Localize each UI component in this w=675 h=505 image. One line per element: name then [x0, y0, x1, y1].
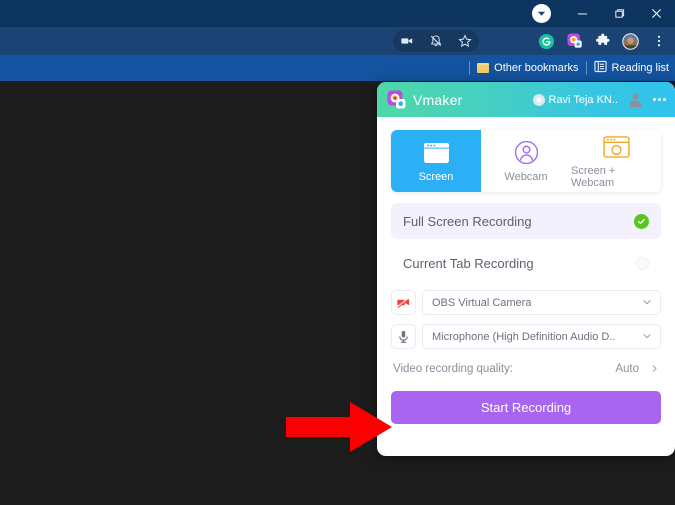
close-button[interactable] — [638, 0, 675, 27]
option-current-tab-label: Current Tab Recording — [403, 255, 534, 271]
check-circle-icon — [634, 213, 649, 229]
video-quality-value: Auto — [615, 363, 639, 375]
panel-header: Vmaker Ravi Teja KN.. — [377, 82, 675, 117]
option-full-screen-recording[interactable]: Full Screen Recording — [391, 203, 661, 239]
avatar-icon[interactable] — [627, 91, 644, 108]
brand-name: Vmaker — [413, 91, 463, 108]
red-right-arrow-annotation — [286, 402, 392, 457]
notifications-muted-icon[interactable] — [427, 33, 444, 50]
other-bookmarks-label: Other bookmarks — [494, 62, 579, 74]
webcam-person-icon — [514, 140, 539, 166]
chevron-down-icon — [642, 294, 652, 312]
omnibox-action-group — [393, 30, 479, 52]
screen-webcam-icon — [602, 134, 630, 160]
browser-toolbar — [0, 27, 675, 55]
tab-screen-webcam[interactable]: Screen + Webcam — [571, 130, 661, 192]
mode-tabs: Screen Webcam Screen + Webcam — [391, 130, 661, 192]
bookmarks-bar: Other bookmarks Reading list — [0, 55, 675, 81]
tab-webcam-label: Webcam — [504, 170, 548, 183]
video-quality-value-group: Auto — [615, 360, 659, 378]
camera-select[interactable]: OBS Virtual Camera — [422, 290, 661, 315]
reading-list-label: Reading list — [611, 62, 669, 74]
extension-icon-group — [538, 27, 671, 55]
chrome-menu-icon[interactable] — [650, 33, 667, 50]
window-controls — [564, 0, 675, 27]
reading-list-icon — [593, 60, 607, 76]
vmaker-extension-icon[interactable] — [566, 33, 583, 50]
chevron-down-icon — [642, 328, 652, 346]
microphone-select-row: Microphone (High Definition Audio D.. — [391, 324, 661, 349]
panel-header-right: Ravi Teja KN.. — [532, 82, 666, 117]
profile-chip-icon[interactable] — [532, 4, 551, 23]
vmaker-extension-panel: Vmaker Ravi Teja KN.. Screen Webcam Scre… — [377, 82, 675, 456]
more-options-icon[interactable] — [653, 98, 666, 101]
media-cast-icon[interactable] — [399, 33, 416, 50]
vmaker-logo-icon — [387, 90, 407, 110]
browser-title-bar — [0, 0, 675, 27]
microphone-select-value: Microphone (High Definition Audio D.. — [432, 330, 616, 343]
tab-screen[interactable]: Screen — [391, 130, 481, 192]
bookmark-star-icon[interactable] — [456, 33, 473, 50]
camera-select-row: OBS Virtual Camera — [391, 290, 661, 315]
video-quality-label: Video recording quality: — [393, 363, 513, 375]
bookmarks-divider — [469, 61, 471, 75]
bookmarks-bar-right-group: Other bookmarks Reading list — [469, 55, 669, 81]
option-current-tab-recording[interactable]: Current Tab Recording — [391, 245, 661, 281]
tab-screen-label: Screen — [418, 170, 454, 183]
video-quality-row[interactable]: Video recording quality: Auto — [391, 360, 661, 378]
tab-webcam[interactable]: Webcam — [481, 130, 571, 192]
bookmark-other-bookmarks[interactable]: Other bookmarks — [477, 62, 579, 74]
bookmark-reading-list[interactable]: Reading list — [593, 60, 669, 76]
user-chip[interactable]: Ravi Teja KN.. — [532, 93, 619, 106]
microphone-icon[interactable] — [391, 324, 416, 349]
star-icon — [532, 93, 545, 106]
camera-off-icon[interactable] — [391, 290, 416, 315]
start-recording-button[interactable]: Start Recording — [391, 391, 661, 424]
maximize-button[interactable] — [601, 0, 638, 27]
unchecked-circle-icon — [636, 256, 649, 270]
option-full-screen-label: Full Screen Recording — [403, 213, 532, 229]
folder-icon — [477, 63, 490, 73]
panel-body: Screen Webcam Screen + Webcam Full Scree… — [377, 117, 675, 424]
chevron-right-icon — [650, 360, 659, 378]
bookmarks-divider-2 — [585, 61, 587, 75]
grammarly-extension-icon[interactable] — [538, 33, 555, 50]
profile-avatar-icon[interactable] — [622, 32, 639, 50]
screen-window-icon — [423, 140, 450, 166]
camera-select-value: OBS Virtual Camera — [432, 296, 532, 309]
extensions-puzzle-icon[interactable] — [594, 33, 611, 50]
brand-logo-group: Vmaker — [387, 90, 462, 110]
minimize-button[interactable] — [564, 0, 601, 27]
screenshot-root: Other bookmarks Reading list Vmaker Ravi… — [0, 0, 675, 505]
user-name: Ravi Teja KN.. — [548, 93, 619, 106]
microphone-select[interactable]: Microphone (High Definition Audio D.. — [422, 324, 661, 349]
tab-screen-webcam-label: Screen + Webcam — [571, 164, 616, 189]
